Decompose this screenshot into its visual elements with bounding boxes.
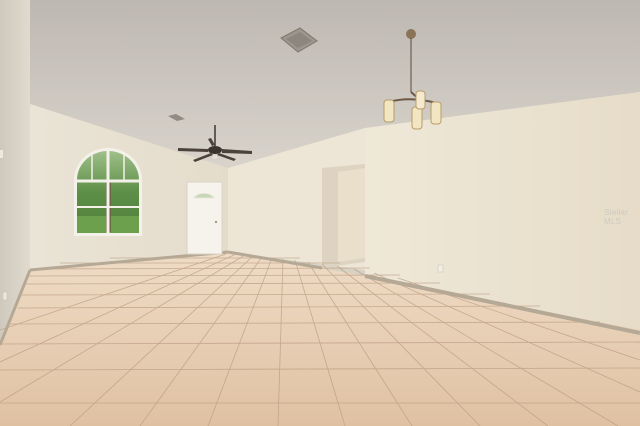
- room-scene: [0, 0, 640, 426]
- wall-outlet: [437, 264, 444, 273]
- arched-window: [74, 148, 142, 236]
- watermark: Stellar MLS: [604, 208, 629, 226]
- room-photo: Stellar MLS: [0, 0, 640, 426]
- hallway-inner-wall: [338, 168, 365, 262]
- front-door: [186, 181, 223, 255]
- light-switch: [0, 150, 3, 158]
- wall-outlet-left: [2, 291, 8, 301]
